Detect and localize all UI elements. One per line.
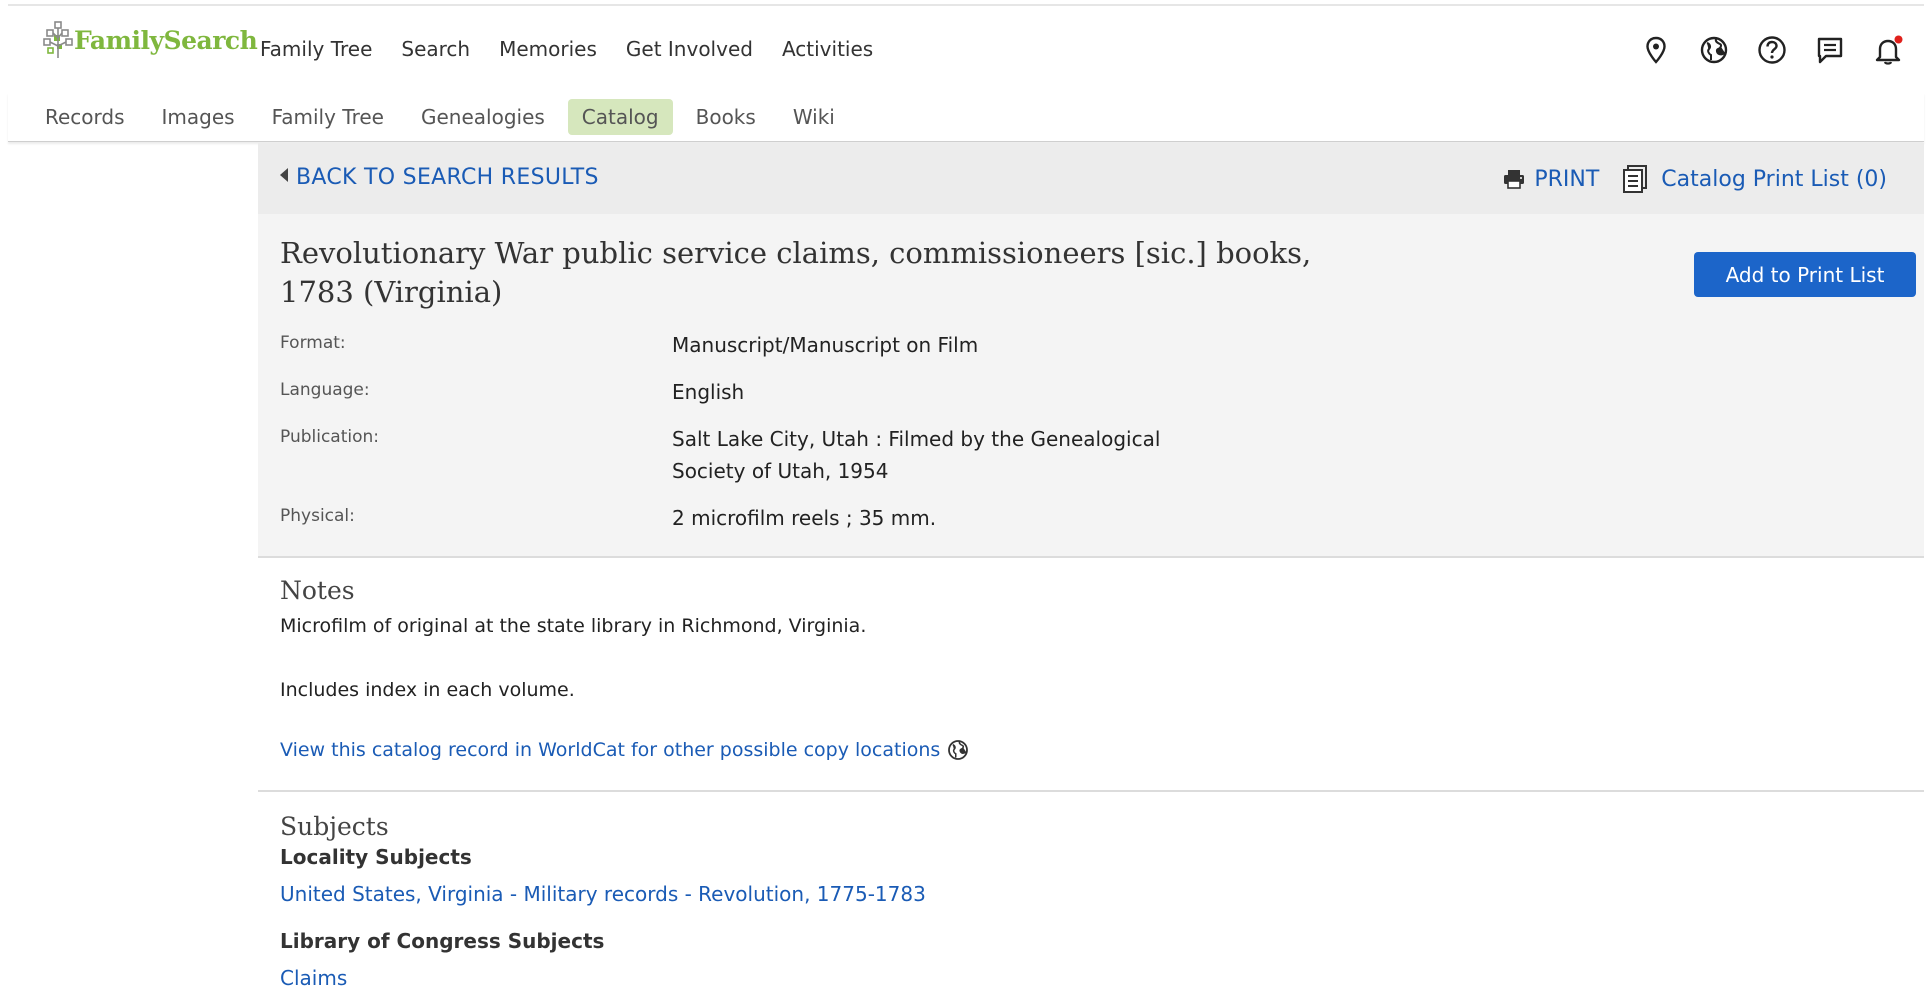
- location-pin-icon[interactable]: [1640, 34, 1672, 66]
- record-title-line-2: 1783 (Virginia): [280, 275, 503, 309]
- subnav-records[interactable]: Records: [31, 99, 139, 135]
- print-button[interactable]: PRINT: [1502, 167, 1599, 192]
- physical-label: Physical:: [280, 506, 355, 526]
- main-navigation: Family Tree Search Memories Get Involved…: [260, 37, 902, 61]
- nav-family-tree[interactable]: Family Tree: [260, 37, 372, 61]
- subnav-images[interactable]: Images: [148, 99, 249, 135]
- publication-value-line-1: Salt Lake City, Utah : Filmed by the Gen…: [672, 427, 1161, 451]
- add-to-print-list-button[interactable]: Add to Print List: [1694, 252, 1916, 297]
- language-label: Language:: [280, 380, 370, 400]
- subjects-heading: Subjects: [280, 812, 389, 841]
- format-value: Manuscript/Manuscript on Film: [672, 333, 979, 357]
- subnav-wiki[interactable]: Wiki: [779, 99, 849, 135]
- publication-label: Publication:: [280, 427, 380, 447]
- worldcat-link-label: View this catalog record in WorldCat for…: [280, 739, 941, 761]
- notes-line-2: Includes index in each volume.: [280, 679, 575, 701]
- print-label: PRINT: [1534, 166, 1600, 192]
- record-details: Revolutionary War public service claims,…: [258, 214, 1924, 558]
- back-to-results-link[interactable]: BACK TO SEARCH RESULTS: [280, 165, 599, 190]
- subnav-genealogies[interactable]: Genealogies: [407, 99, 559, 135]
- messages-icon[interactable]: [1814, 34, 1846, 66]
- catalog-print-list-link[interactable]: Catalog Print List (0): [1621, 164, 1887, 194]
- notes-section: Notes Microfilm of original at the state…: [258, 558, 1924, 792]
- subnav-catalog[interactable]: Catalog: [567, 99, 673, 135]
- record-title: Revolutionary War public service claims,…: [280, 234, 1440, 312]
- publication-value: Salt Lake City, Utah : Filmed by the Gen…: [672, 423, 1160, 487]
- globe-icon[interactable]: [1698, 34, 1730, 66]
- locality-subject-link[interactable]: United States, Virginia - Military recor…: [280, 882, 926, 906]
- brand-name: FamilySearch: [74, 25, 258, 55]
- familysearch-logo[interactable]: FamilySearch: [42, 20, 258, 60]
- language-value: English: [672, 380, 745, 404]
- top-header: FamilySearch Family Tree Search Memories…: [8, 4, 1924, 95]
- print-controls: PRINT Catalog Print List (0): [1502, 164, 1887, 194]
- nav-activities[interactable]: Activities: [782, 37, 873, 61]
- notes-heading: Notes: [280, 576, 355, 605]
- catalog-print-list-label: Catalog Print List (0): [1661, 166, 1887, 192]
- subnav-family-tree[interactable]: Family Tree: [258, 99, 398, 135]
- nav-memories[interactable]: Memories: [499, 37, 597, 61]
- publication-value-line-2: Society of Utah, 1954: [672, 459, 889, 483]
- back-link-label: BACK TO SEARCH RESULTS: [296, 165, 599, 190]
- locality-subjects-heading: Locality Subjects: [280, 845, 472, 869]
- back-triangle-icon: [280, 168, 288, 182]
- catalog-record-content: BACK TO SEARCH RESULTS PRINT Catalog Pri…: [258, 143, 1924, 990]
- claims-subject-link[interactable]: Claims: [280, 966, 347, 990]
- header-icons: [1640, 34, 1904, 66]
- globe-icon: [948, 740, 969, 760]
- results-toolbar: BACK TO SEARCH RESULTS PRINT Catalog Pri…: [258, 143, 1924, 214]
- family-tree-logo-icon: [43, 21, 73, 58]
- sub-navigation: Records Images Family Tree Genealogies C…: [8, 93, 1924, 142]
- nav-search[interactable]: Search: [401, 37, 470, 61]
- worldcat-link[interactable]: View this catalog record in WorldCat for…: [280, 738, 970, 762]
- format-label: Format:: [280, 333, 346, 353]
- loc-subjects-heading: Library of Congress Subjects: [280, 929, 605, 953]
- nav-get-involved[interactable]: Get Involved: [626, 37, 753, 61]
- notification-badge: [1894, 35, 1903, 44]
- notifications-bell-icon[interactable]: [1872, 34, 1904, 66]
- printer-icon: [1504, 170, 1525, 189]
- print-list-icon: [1623, 165, 1648, 193]
- help-icon[interactable]: [1756, 34, 1788, 66]
- subnav-books[interactable]: Books: [682, 99, 770, 135]
- record-title-line-1: Revolutionary War public service claims,…: [280, 236, 1312, 270]
- physical-value: 2 microfilm reels ; 35 mm.: [672, 506, 937, 530]
- notes-line-1: Microfilm of original at the state libra…: [280, 615, 867, 637]
